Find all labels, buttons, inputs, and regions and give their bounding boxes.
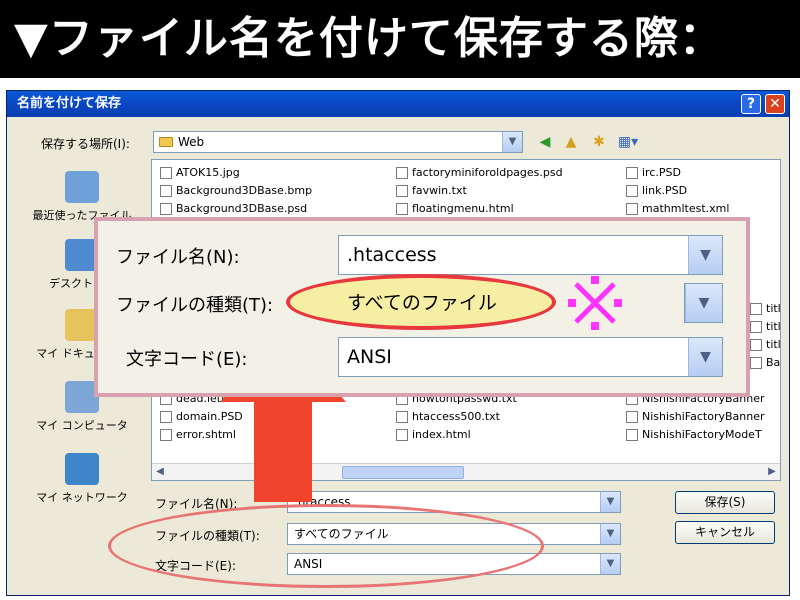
dialog-titlebar: 名前を付けて保存 ? ✕ — [7, 91, 789, 117]
location-select[interactable]: Web ▼ — [153, 131, 523, 153]
cancel-button[interactable]: キャンセル — [675, 521, 775, 544]
chevron-down-icon[interactable]: ▼ — [502, 132, 522, 152]
chevron-down-icon[interactable]: ▼ — [600, 554, 620, 574]
place-recent[interactable]: 最近使ったファイル — [25, 171, 139, 223]
my-network-icon — [65, 453, 99, 485]
chevron-down-icon[interactable]: ▼ — [688, 338, 722, 376]
dialog-title: 名前を付けて保存 — [17, 96, 122, 111]
list-item[interactable]: factoryminiforoldpages.psd — [394, 164, 563, 182]
save-button[interactable]: 保存(S) — [675, 491, 775, 514]
chevron-down-icon[interactable]: ▼ — [600, 492, 620, 512]
chevron-down-icon[interactable]: ▼ — [688, 236, 722, 274]
list-item[interactable]: title.gi — [748, 318, 780, 336]
close-button[interactable]: ✕ — [765, 94, 785, 114]
list-item[interactable]: link.PSD — [624, 182, 687, 200]
list-item[interactable]: Banner — [748, 354, 780, 372]
zoom-filetype-label: ファイルの種類(T): — [116, 295, 274, 316]
list-item[interactable]: Background3DBase.bmp — [158, 182, 312, 200]
list-item[interactable]: title2.p — [748, 300, 780, 318]
up-folder-icon[interactable]: ▲ — [561, 133, 581, 151]
banner-title: ▼ファイル名を付けて保存する際： — [0, 0, 800, 78]
list-item[interactable]: NishishiFactoryModeT — [624, 426, 762, 444]
list-item[interactable]: htaccess500.txt — [394, 408, 500, 426]
x-mark-icon — [568, 276, 622, 330]
list-item[interactable]: Background3DBase.psd — [158, 200, 307, 218]
list-item[interactable]: NishishiFactoryBanner — [624, 408, 765, 426]
list-item[interactable]: index.html — [394, 426, 471, 444]
scrollbar-thumb[interactable] — [342, 466, 464, 479]
back-icon[interactable]: ◀ — [535, 133, 555, 151]
list-item[interactable]: mathmltest.xml — [624, 200, 729, 218]
highlight-oval — [108, 504, 544, 588]
scroll-left-icon[interactable]: ◀ — [152, 464, 168, 480]
location-value: Web — [178, 135, 205, 149]
place-my-network[interactable]: マイ ネットワーク — [25, 453, 139, 505]
zoom-encoding-select[interactable]: ANSI ▼ — [338, 337, 723, 377]
zoom-filetype-dropdown[interactable]: ▼ — [684, 283, 723, 323]
help-button[interactable]: ? — [741, 94, 761, 114]
zoom-callout: ファイル名(N): .htaccess ▼ ファイルの種類(T): すべてのファ… — [94, 217, 750, 397]
chevron-down-icon[interactable]: ▼ — [600, 524, 620, 544]
view-menu-icon[interactable]: ▦▾ — [615, 133, 641, 151]
recent-icon — [65, 171, 99, 203]
list-item[interactable]: favwin.txt — [394, 182, 467, 200]
list-item[interactable]: floatingmenu.html — [394, 200, 514, 218]
chevron-down-icon[interactable]: ▼ — [685, 284, 722, 322]
list-item[interactable]: irc.PSD — [624, 164, 681, 182]
list-item[interactable]: ATOK15.jpg — [158, 164, 240, 182]
scroll-right-icon[interactable]: ▶ — [764, 464, 780, 480]
folder-icon — [159, 137, 173, 147]
zoom-encoding-label: 文字コード(E): — [126, 349, 248, 370]
location-label: 保存する場所(I): — [41, 137, 130, 151]
zoom-filename-label: ファイル名(N): — [116, 247, 240, 268]
zoom-filetype-select[interactable]: すべてのファイル — [338, 283, 723, 323]
zoom-filename-input[interactable]: .htaccess ▼ — [338, 235, 723, 275]
new-folder-icon[interactable]: ✱ — [589, 133, 609, 151]
list-item[interactable]: title.ps — [748, 336, 780, 354]
